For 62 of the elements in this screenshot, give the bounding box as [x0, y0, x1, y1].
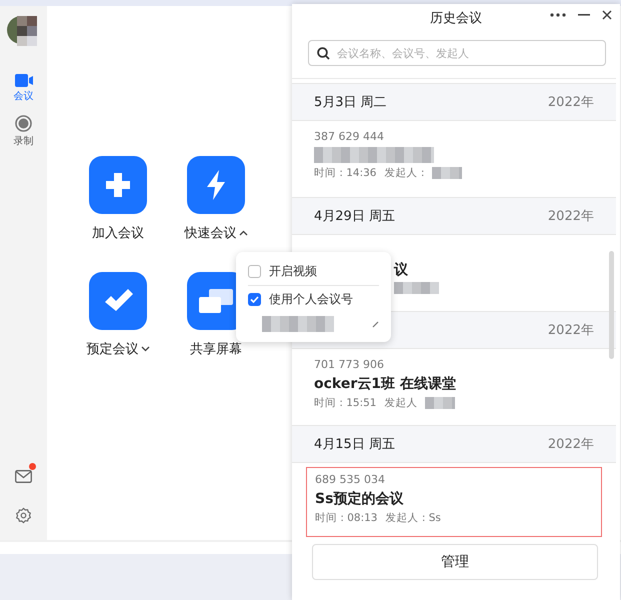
menu-option[interactable]: 使用个人会议号: [248, 284, 379, 313]
meeting-title: Ss预定的会议: [315, 490, 404, 508]
search-icon: [317, 47, 330, 60]
meeting-title: 议: [394, 261, 409, 279]
action-button[interactable]: [89, 156, 147, 214]
blurred-text: [394, 282, 439, 294]
sidebar-label: 录制: [14, 134, 34, 148]
blurred-text: [425, 397, 456, 409]
menu-option[interactable]: 开启视频: [248, 258, 379, 285]
date-label: 4月29日 周五: [314, 208, 395, 225]
year-label: 2022年: [548, 322, 594, 339]
video-camera-icon: [14, 74, 32, 87]
lightning-icon: [205, 170, 227, 200]
sidebar-label: 会议: [14, 90, 34, 103]
minimize-icon[interactable]: [578, 14, 590, 16]
meeting-host: 发起人: [384, 396, 418, 410]
option-label: 使用个人会议号: [269, 290, 353, 308]
action-label: 共享屏幕: [190, 341, 242, 358]
action-label: 快速会议: [184, 225, 236, 242]
screens-icon: [199, 289, 233, 313]
meeting-id: 701 773 906: [314, 358, 385, 372]
option-label: 开启视频: [269, 262, 317, 280]
mail-icon[interactable]: [15, 470, 32, 483]
date-label: 4月15日 周五: [314, 436, 395, 453]
checkbox[interactable]: [248, 264, 261, 278]
meeting-item[interactable]: 689 535 034 Ss预定的会议 时间 : 08:13 发起人 : Ss: [306, 467, 602, 537]
meeting-id: 689 535 034: [315, 473, 386, 487]
sidebar-tab[interactable]: 会议: [14, 74, 34, 103]
plus-icon: [104, 171, 132, 199]
sidebar-tab[interactable]: 录制: [14, 115, 34, 148]
caret-down-icon[interactable]: [140, 346, 150, 352]
checkmark-icon: [103, 289, 133, 313]
checkbox[interactable]: [248, 292, 261, 306]
meeting-id: 387 629 444: [314, 130, 385, 144]
meeting-time: 时间 : 08:13: [315, 511, 378, 525]
manage-button[interactable]: 管理: [312, 544, 598, 580]
edit-icon[interactable]: [372, 320, 379, 328]
action-label: 加入会议: [92, 225, 144, 242]
settings-icon[interactable]: [15, 507, 32, 524]
meeting-time: 时间 : 14:36: [314, 166, 376, 180]
year-label: 2022年: [548, 208, 594, 225]
meeting-time: 时间 : 15:51: [314, 396, 376, 410]
meeting-item[interactable]: 701 773 906 ocker云1班 在线课堂 时间 : 15:51 发起人: [292, 349, 616, 425]
blurred-text: [432, 167, 462, 179]
date-label: 5月3日 周二: [314, 94, 387, 111]
caret-up-icon[interactable]: [238, 230, 248, 236]
scrollbar[interactable]: [609, 251, 614, 359]
search-field[interactable]: 会议名称、会议号、发起人: [308, 40, 606, 66]
close-icon[interactable]: [602, 10, 612, 20]
year-label: 2022年: [548, 94, 594, 111]
action-label: 预定会议: [86, 341, 138, 358]
meeting-title: ocker云1班 在线课堂: [314, 375, 457, 393]
meeting-item[interactable]: 387 629 444 时间 : 14:36 发起人 :: [292, 121, 616, 197]
action-button[interactable]: [89, 272, 147, 330]
year-label: 2022年: [548, 436, 594, 453]
blurred-text: [262, 316, 334, 332]
meeting-host: 发起人 :: [384, 166, 424, 180]
window-title: 历史会议: [430, 10, 482, 27]
record-icon: [15, 115, 32, 132]
action-button[interactable]: [187, 156, 245, 214]
more-icon[interactable]: [550, 13, 566, 17]
meeting-host: 发起人 : Ss: [385, 511, 441, 525]
